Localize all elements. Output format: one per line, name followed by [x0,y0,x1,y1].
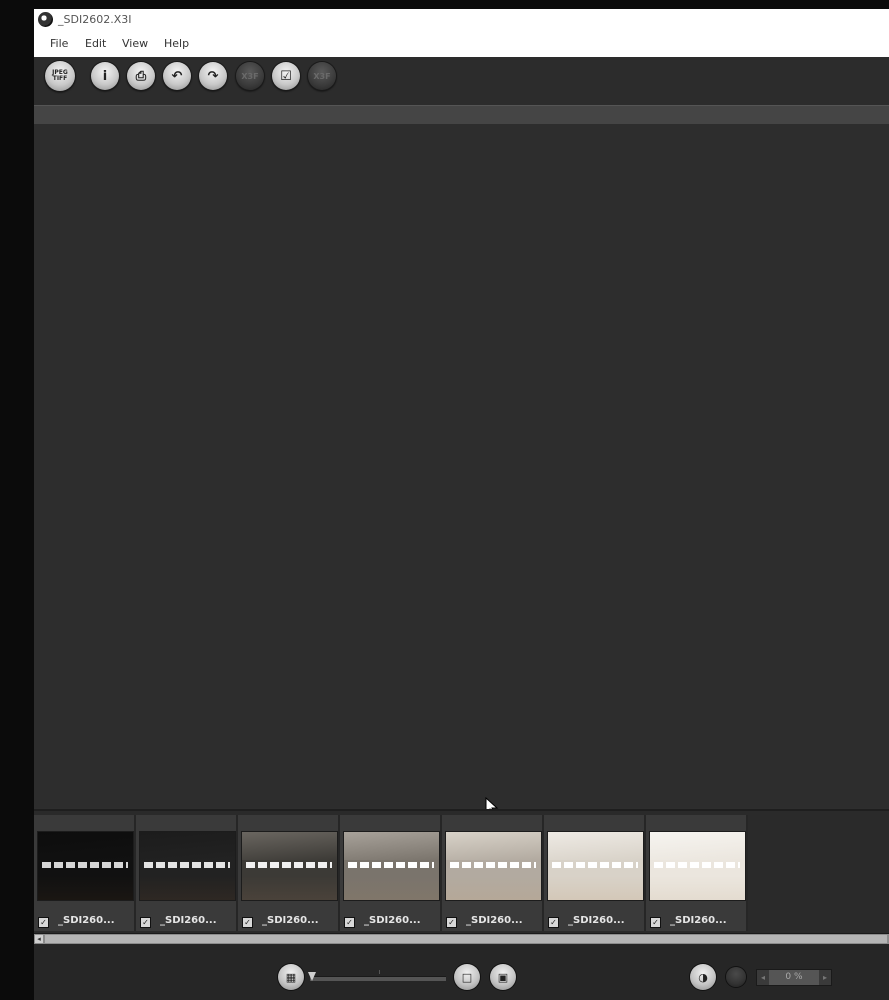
thumbnail-label: _SDI260... [670,915,727,926]
thumbnail-checkbox[interactable]: ✓ [548,917,559,928]
thumbnail-label: _SDI260... [568,915,625,926]
thumbnail-label: _SDI260... [58,915,115,926]
thumbnail-image[interactable] [445,831,542,901]
slider-handle[interactable] [308,972,316,981]
application-window: _SDI2602.X3I File Edit View Help JPEG TI… [34,9,889,1000]
filmstrip-scrollbar[interactable]: ◂ [34,933,889,944]
thumbnail-cell[interactable]: ✓ _SDI260... [340,815,442,931]
zoom-increase-icon[interactable]: ▸ [819,970,831,985]
zoom-percent-value[interactable]: 0 % [769,970,819,985]
print-icon: ⎙ [135,68,147,84]
thumbnail-cell[interactable]: ✓ _SDI260... [544,815,646,931]
bottom-toolbar: ▦ □ ▣ ◑ ◂ 0 % ▸ [34,944,889,1000]
thumbnail-checkbox[interactable]: ✓ [344,917,355,928]
thumbnail-label: _SDI260... [364,915,421,926]
thumbnail-cell[interactable]: ✓ _SDI260... [136,815,238,931]
menu-file[interactable]: File [50,37,68,50]
jpeg-tiff-icon: JPEG TIFF [52,69,68,82]
zoom-percent-control[interactable]: ◂ 0 % ▸ [756,969,832,986]
image-preview-area[interactable] [34,124,889,817]
thumbnail-checkbox[interactable]: ✓ [446,917,457,928]
info-button[interactable]: i [91,62,119,90]
thumbnail-cell[interactable]: ✓ _SDI260... [442,815,544,931]
thumbnail-cell[interactable]: ✓ _SDI260... [646,815,748,931]
zoom-decrease-icon[interactable]: ◂ [757,970,769,985]
thumbnail-image[interactable] [547,831,644,901]
rotate-left-icon: ↶ [171,68,183,84]
rotate-right-icon: ↷ [207,68,219,84]
thumbnail-image[interactable] [343,831,440,901]
thumbnail-label: _SDI260... [466,915,523,926]
thumbnail-image[interactable] [37,831,134,901]
thumbnail-label: _SDI260... [262,915,319,926]
thumbnail-image[interactable] [139,831,236,901]
save-jpeg-tiff-button[interactable]: JPEG TIFF [45,61,75,91]
grid-view-button[interactable]: ▦ [278,964,304,990]
title-bar: _SDI2602.X3I [34,9,889,31]
thumbnail-cell[interactable]: ✓ _SDI260... [238,815,340,931]
scrollbar-thumb[interactable] [45,935,887,943]
thumbnail-cell[interactable]: ✓ _SDI260... [34,815,136,931]
single-view-button[interactable]: □ [454,964,480,990]
thumbnail-checkbox[interactable]: ✓ [140,917,151,928]
menu-bar: File Edit View Help [34,31,889,58]
thumbnail-checkbox[interactable]: ✓ [242,917,253,928]
x3f-disabled-icon: X3F [313,71,331,81]
scroll-left-arrow-icon[interactable]: ◂ [35,935,43,943]
app-icon [38,12,53,27]
window-title: _SDI2602.X3I [58,13,132,26]
menu-help[interactable]: Help [164,37,189,50]
thumbnail-checkbox[interactable]: ✓ [650,917,661,928]
x3f-button[interactable]: X3F [236,62,264,90]
x3f-disabled-button[interactable]: X3F [308,62,336,90]
zoom-tool-button[interactable] [726,967,746,987]
select-all-button[interactable]: ☑ [272,62,300,90]
print-button[interactable]: ⎙ [127,62,155,90]
thumbnail-size-slider[interactable] [310,976,446,981]
compare-view-icon: ▣ [497,970,509,984]
rotate-left-button[interactable]: ↶ [163,62,191,90]
header-strip [34,105,889,125]
thumbnail-image[interactable] [241,831,338,901]
single-view-icon: □ [461,970,473,984]
thumbnail-checkbox[interactable]: ✓ [38,917,49,928]
adjust-icon: ◑ [698,970,708,984]
thumbnail-label: _SDI260... [160,915,217,926]
x3f-icon: X3F [241,71,259,81]
menu-view[interactable]: View [122,37,148,50]
toolbar: JPEG TIFF i ⎙ ↶ ↷ X3F ☑ X3F [34,57,889,105]
slider-tick [379,970,380,974]
adjust-button[interactable]: ◑ [690,964,716,990]
rotate-right-button[interactable]: ↷ [199,62,227,90]
thumbnail-image[interactable] [649,831,746,901]
info-icon: i [102,68,108,84]
menu-edit[interactable]: Edit [85,37,106,50]
compare-view-button[interactable]: ▣ [490,964,516,990]
grid-view-icon: ▦ [285,970,297,984]
check-icon: ☑ [280,68,292,84]
filmstrip: ✓ _SDI260... ✓ _SDI260... ✓ _SDI260... ✓ _SDI26… [34,809,889,935]
